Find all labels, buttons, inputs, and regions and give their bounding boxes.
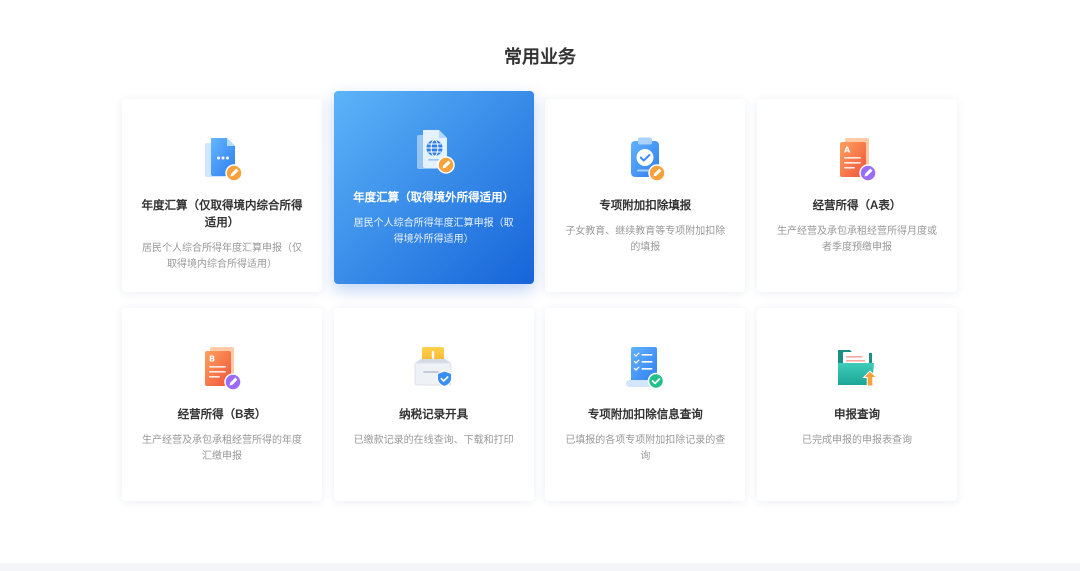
service-desc: 已缴款记录的在线查询、下载和打印	[353, 435, 514, 446]
inbox-shield-icon	[414, 347, 452, 388]
icon-letter: B	[209, 355, 215, 364]
footer-strip	[0, 563, 1080, 571]
service-card-business-income-a[interactable]: A 经营所得（A表） 生产经营及承包承租经营所得月度或者季度预缴申报	[756, 99, 957, 292]
clipboard-check-icon	[631, 137, 667, 182]
service-card-declaration-query[interactable]: 申报查询 已完成申报的申报表查询	[756, 308, 957, 501]
document-dots-icon	[205, 138, 243, 182]
service-card-business-income-b[interactable]: B 经营所得（B表） 生产经营及承包承租经营所得的年度汇缴申报	[122, 308, 322, 501]
services-grid: 年度汇算（仅取得境内综合所得适用） 居民个人综合所得年度汇算申报（仅取得境内综合…	[122, 91, 957, 501]
icon-letter: A	[844, 146, 851, 155]
service-desc: 生产经营及承包承租经营所得月度或者季度预缴申报	[776, 226, 937, 253]
service-title: 专项附加扣除信息查询	[587, 409, 703, 421]
service-title: 年度汇算（仅取得境内综合所得适用）	[141, 200, 303, 229]
service-desc: 已完成申报的申报表查询	[801, 435, 912, 446]
service-card-tax-record-issue[interactable]: 纳税记录开具 已缴款记录的在线查询、下载和打印	[333, 308, 534, 501]
document-letter-icon: B	[205, 347, 242, 391]
service-title: 专项附加扣除填报	[599, 200, 692, 212]
service-card-special-deduction-query[interactable]: 专项附加扣除信息查询 已填报的各项专项附加扣除记录的查询	[545, 308, 746, 501]
document-letter-icon: A	[839, 138, 877, 182]
service-title: 经营所得（A表）	[812, 200, 902, 212]
service-desc: 居民个人综合所得年度汇算申报（取得境外所得适用）	[353, 218, 514, 245]
section-title: 常用业务	[504, 47, 576, 67]
service-card-annual-settlement-domestic[interactable]: 年度汇算（仅取得境内综合所得适用） 居民个人综合所得年度汇算申报（仅取得境内综合…	[122, 99, 322, 292]
service-title: 年度汇算（取得境外所得适用）	[353, 192, 515, 204]
folder-upload-icon	[837, 350, 878, 387]
service-desc: 居民个人综合所得年度汇算申报（仅取得境内综合所得适用）	[142, 243, 302, 270]
service-card-special-deduction-fill[interactable]: 专项附加扣除填报 子女教育、继续教育等专项附加扣除的填报	[545, 99, 746, 292]
service-desc: 子女教育、继续教育等专项附加扣除的填报	[565, 226, 726, 253]
service-desc: 生产经营及承包承租经营所得的年度汇缴申报	[142, 435, 302, 462]
service-desc: 已填报的各项专项附加扣除记录的查询	[565, 435, 726, 462]
service-card-annual-settlement-overseas[interactable]: 年度汇算（取得境外所得适用） 居民个人综合所得年度汇算申报（取得境外所得适用）	[333, 91, 534, 284]
document-globe-icon	[416, 130, 455, 174]
service-title: 经营所得（B表）	[177, 409, 267, 421]
service-title: 纳税记录开具	[399, 409, 469, 421]
service-title: 申报查询	[833, 409, 880, 421]
checklist-scroll-icon	[626, 347, 665, 390]
